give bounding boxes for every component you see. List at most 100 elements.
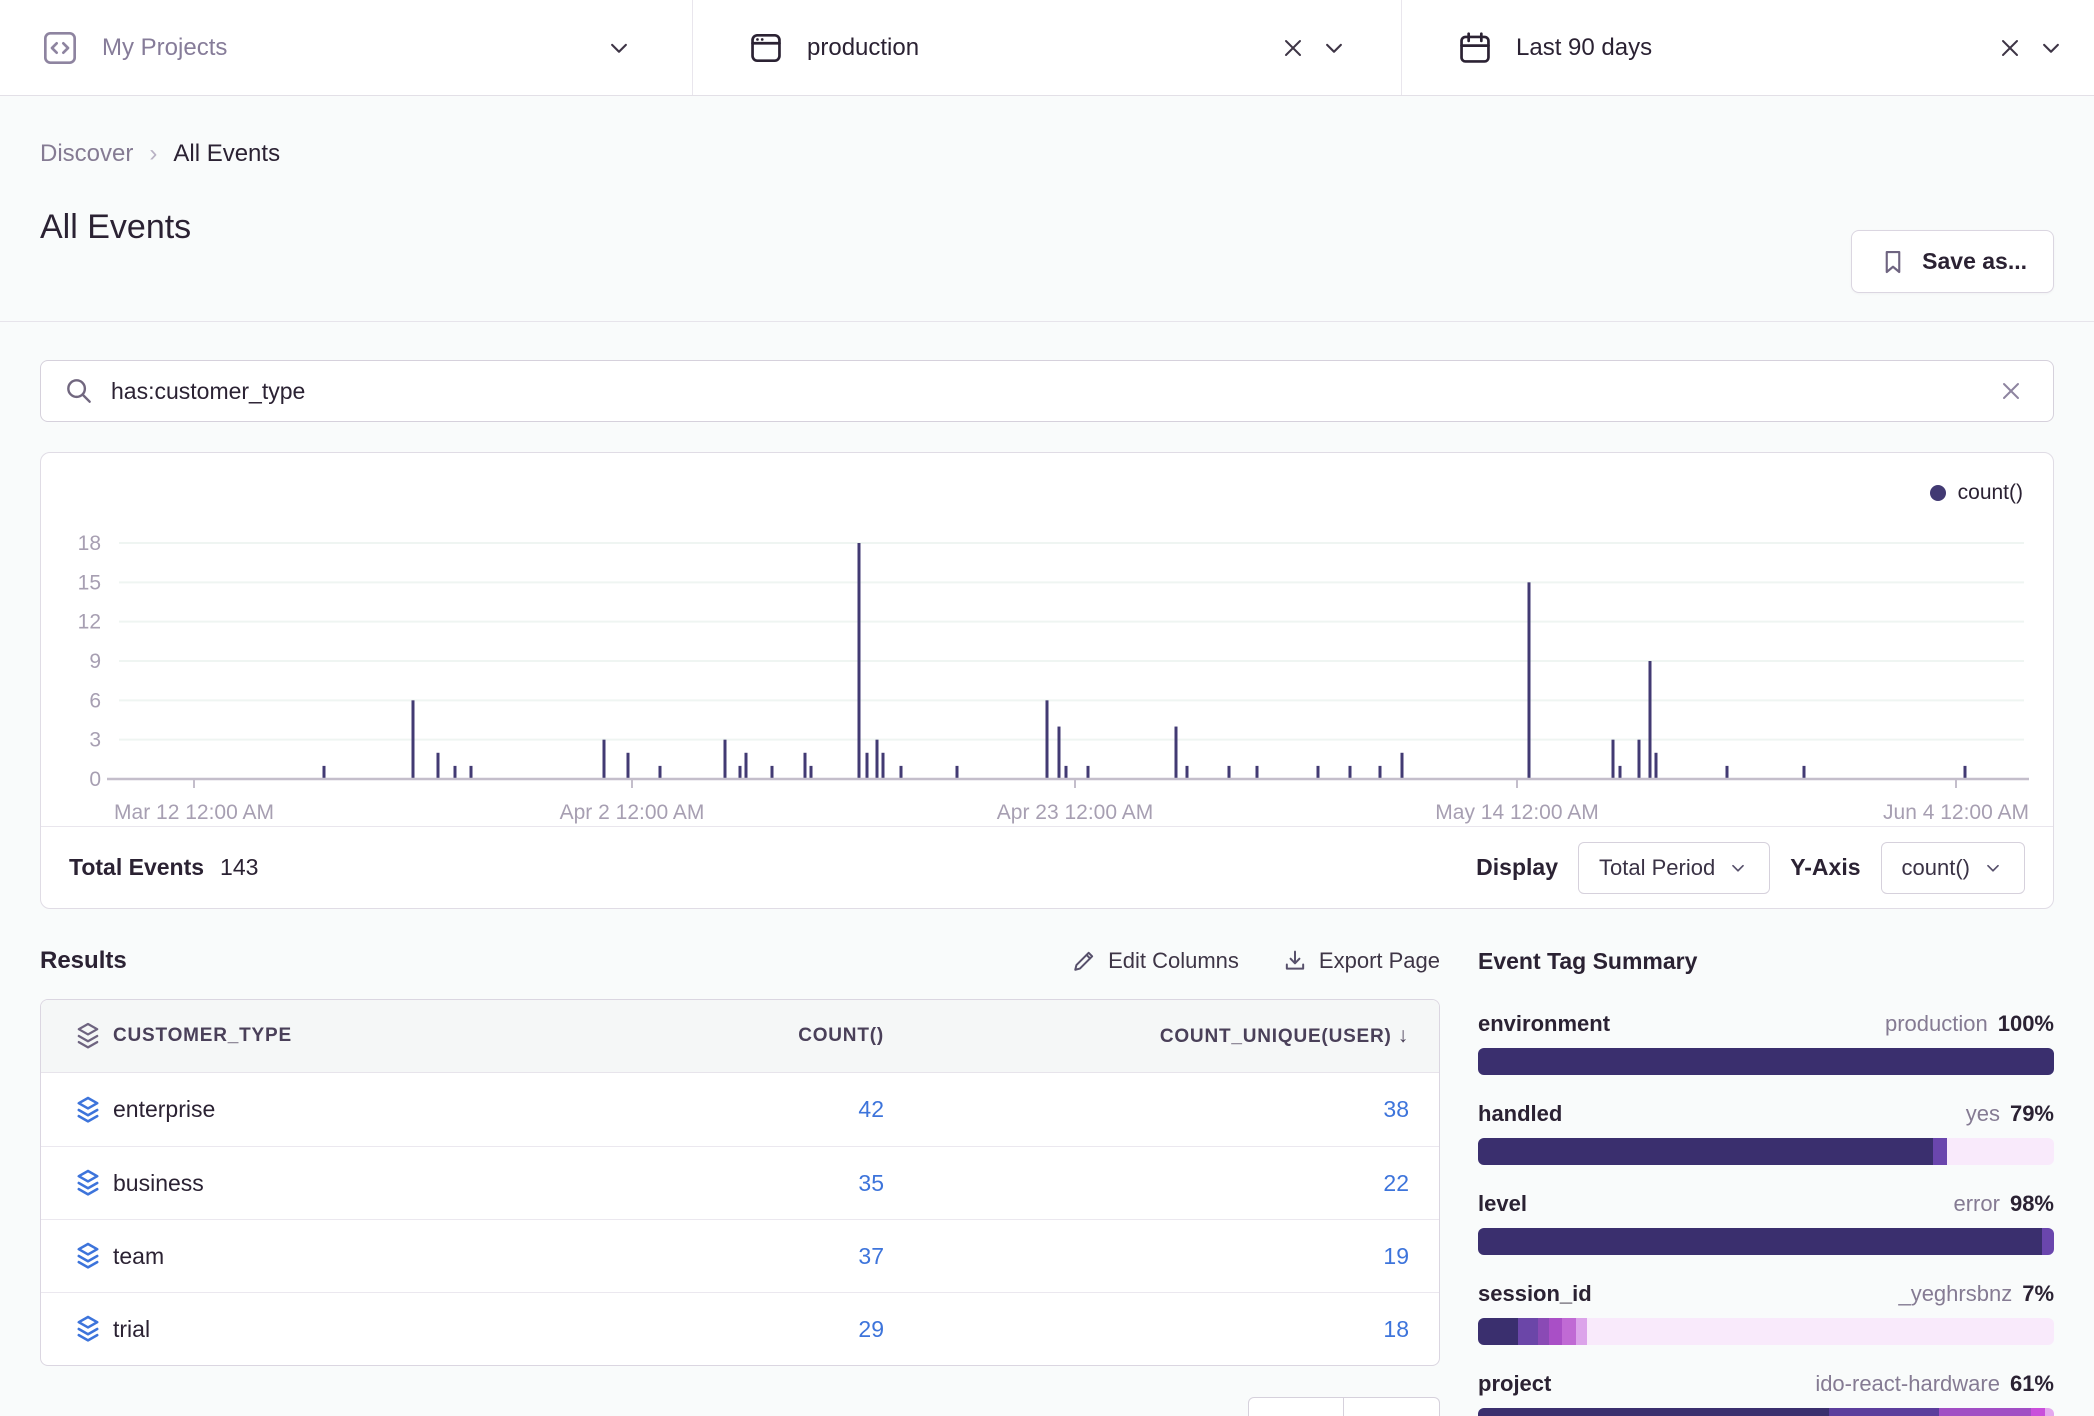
- chart-spike: [470, 766, 473, 779]
- table-row: team3719: [41, 1219, 1439, 1292]
- tag-distribution-bar[interactable]: [1478, 1318, 2054, 1345]
- legend-label: count(): [1958, 481, 2023, 505]
- x-axis-tick-label: Jun 4 12:00 AM: [1883, 801, 2029, 824]
- tag-top-percent: 98%: [2010, 1191, 2054, 1217]
- chevron-down-icon: [1727, 857, 1749, 879]
- edit-columns-button[interactable]: Edit Columns: [1070, 947, 1239, 975]
- tag-bar-segment: [2042, 1228, 2054, 1255]
- tag-distribution-bar[interactable]: [1478, 1228, 2054, 1255]
- save-as-label: Save as...: [1922, 248, 2027, 275]
- chart-spike: [323, 766, 326, 779]
- chart-spike: [745, 753, 748, 779]
- event-tag-summary: Event Tag Summary environmentproduction1…: [1478, 937, 2054, 1416]
- stack-icon: [41, 1312, 113, 1346]
- tag-distribution-bar[interactable]: [1478, 1048, 2054, 1075]
- tag-bar-segment: [1478, 1318, 1518, 1345]
- column-header-count[interactable]: COUNT(): [554, 1025, 914, 1047]
- tag-top-percent: 7%: [2022, 1281, 2054, 1307]
- tag-top-percent: 79%: [2010, 1101, 2054, 1127]
- next-page-button[interactable]: [1344, 1397, 1440, 1416]
- tag-bar-segment: [1947, 1138, 2054, 1165]
- chart-spike: [1619, 766, 1622, 779]
- search-bar: [40, 360, 2054, 422]
- chart-spike: [866, 753, 869, 779]
- tag-distribution-bar[interactable]: [1478, 1138, 2054, 1165]
- events-chart-card: count() 0369121518Mar 12 12:00 AMApr 2 1…: [40, 452, 2054, 909]
- yaxis-dropdown-value: count(): [1902, 855, 1970, 881]
- previous-page-button[interactable]: [1248, 1397, 1344, 1416]
- count-link[interactable]: 37: [858, 1243, 884, 1269]
- tag-block: projectido-react-hardware61%: [1478, 1371, 2054, 1416]
- search-input[interactable]: [111, 378, 1991, 405]
- chart-spike: [1256, 766, 1259, 779]
- project-selector[interactable]: My Projects: [0, 0, 693, 95]
- export-page-button[interactable]: Export Page: [1281, 947, 1440, 975]
- projects-icon: [40, 28, 80, 68]
- breadcrumb-separator: ›: [149, 140, 157, 168]
- chart-spike: [1638, 740, 1641, 779]
- y-axis-tick-label: 15: [78, 571, 101, 594]
- event-tag-summary-title: Event Tag Summary: [1478, 937, 2054, 985]
- count-unique-link[interactable]: 18: [1383, 1316, 1409, 1342]
- count-link[interactable]: 35: [858, 1170, 884, 1196]
- clear-search-icon[interactable]: [1991, 377, 2031, 405]
- tag-top-value: production: [1885, 1011, 1988, 1037]
- count-unique-link[interactable]: 19: [1383, 1243, 1409, 1269]
- tag-block: session_id_yeghrsbnz7%: [1478, 1281, 2054, 1345]
- count-unique-link[interactable]: 22: [1383, 1170, 1409, 1196]
- save-as-button[interactable]: Save as...: [1851, 230, 2054, 293]
- chart-spike: [437, 753, 440, 779]
- clear-environment-icon[interactable]: [1273, 34, 1313, 62]
- yaxis-dropdown[interactable]: count(): [1881, 842, 2025, 894]
- chart-spike: [771, 766, 774, 779]
- y-axis-tick-label: 18: [78, 532, 101, 555]
- y-axis-tick-label: 6: [89, 689, 101, 712]
- tag-bar-segment: [1478, 1048, 2054, 1075]
- count-link[interactable]: 29: [858, 1316, 884, 1342]
- customer-type-cell: trial: [113, 1316, 554, 1343]
- column-header-count-unique[interactable]: COUNT_UNIQUE(USER)↓: [914, 1024, 1439, 1048]
- tag-bar-segment: [1576, 1318, 1588, 1345]
- tag-bar-segment: [1478, 1408, 1829, 1416]
- edit-columns-label: Edit Columns: [1108, 948, 1239, 974]
- chart-spike: [1726, 766, 1729, 779]
- chart-legend-count[interactable]: count(): [41, 453, 2053, 511]
- chart-spike: [1317, 766, 1320, 779]
- tag-top-percent: 100%: [1998, 1011, 2054, 1037]
- chart-spike: [956, 766, 959, 779]
- chart-spike: [1964, 766, 1967, 779]
- chevron-down-icon[interactable]: [1313, 33, 1355, 63]
- chart-spike: [1087, 766, 1090, 779]
- display-label: Display: [1476, 854, 1558, 881]
- chevron-down-icon[interactable]: [598, 33, 640, 63]
- table-row: enterprise4238: [41, 1073, 1439, 1146]
- pagination: [40, 1397, 1440, 1416]
- date-range-selector[interactable]: Last 90 days: [1402, 0, 2094, 95]
- x-axis-tick-label: Apr 23 12:00 AM: [997, 801, 1153, 824]
- clear-date-range-icon[interactable]: [1990, 34, 2030, 62]
- breadcrumb-discover[interactable]: Discover: [40, 140, 133, 168]
- tag-bar-segment: [1549, 1318, 1562, 1345]
- legend-dot-icon: [1930, 485, 1946, 501]
- page-title: All Events: [40, 208, 2054, 247]
- chart-spike: [804, 753, 807, 779]
- chart-spike: [1379, 766, 1382, 779]
- column-header-customer-type[interactable]: CUSTOMER_TYPE: [113, 1025, 554, 1047]
- stack-icon: [41, 1166, 113, 1200]
- chart-spike: [1649, 661, 1652, 779]
- results-table: CUSTOMER_TYPE COUNT() COUNT_UNIQUE(USER)…: [40, 999, 1440, 1366]
- chart-spike: [858, 543, 861, 779]
- tag-name: level: [1478, 1191, 1527, 1217]
- environment-selector[interactable]: production: [693, 0, 1402, 95]
- y-axis-tick-label: 12: [78, 611, 101, 634]
- chevron-down-icon[interactable]: [2030, 33, 2072, 63]
- count-link[interactable]: 42: [858, 1096, 884, 1122]
- events-chart-svg: 0369121518Mar 12 12:00 AMApr 2 12:00 AMA…: [41, 511, 2053, 826]
- tag-block: handledyes79%: [1478, 1101, 2054, 1165]
- tag-distribution-bar[interactable]: [1478, 1408, 2054, 1416]
- count-unique-link[interactable]: 38: [1383, 1096, 1409, 1122]
- display-dropdown[interactable]: Total Period: [1578, 842, 1770, 894]
- tag-name: handled: [1478, 1101, 1562, 1127]
- tag-name: project: [1478, 1371, 1551, 1397]
- tag-bar-segment: [1939, 1408, 2031, 1416]
